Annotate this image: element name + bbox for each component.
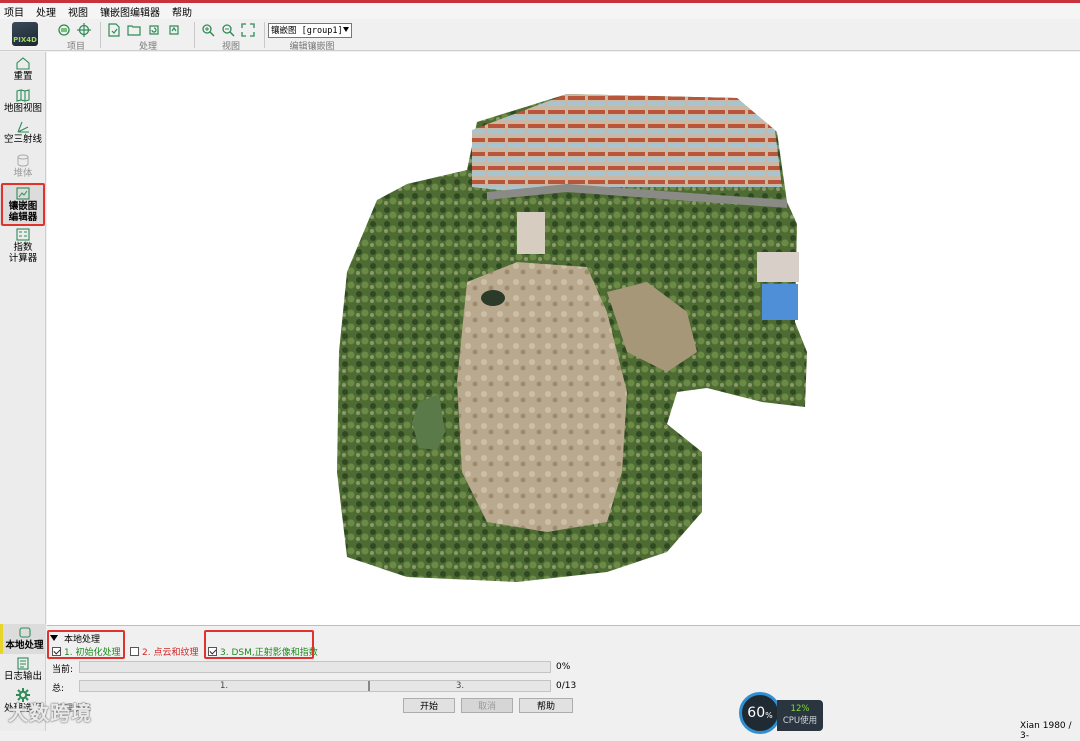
step-2-label: 2. 点云和纹理 <box>142 648 199 658</box>
cpu-usage-percent: 12% <box>790 704 810 714</box>
toolbar-group-label: 视图 <box>221 42 240 52</box>
highlight-box <box>47 630 125 659</box>
sidebar-item-label: 计算器 <box>8 253 38 264</box>
total-segment-1: 1. <box>80 681 370 691</box>
fit-view-icon[interactable] <box>240 22 256 38</box>
target-icon[interactable] <box>76 22 92 38</box>
menu-help[interactable]: 帮助 <box>172 4 192 19</box>
left-sidebar: 重置 地图视图 空三射线 堆体 镶嵌图 编辑器 指数 计算器 本地处理 日志输出… <box>0 52 46 731</box>
highlight-box <box>204 630 314 659</box>
local-processing-panel: 本地处理 1. 初始化处理 2. 点云和纹理 3. DSM,正射影像和指数 当前… <box>47 627 1080 741</box>
menu-bar: 项目 处理 视图 镶嵌图编辑器 帮助 <box>0 3 1080 19</box>
total-progress-bar: 1. 3. <box>79 680 551 692</box>
orthomosaic-image[interactable] <box>47 52 1080 626</box>
zoom-out-icon[interactable] <box>220 22 236 38</box>
mosaic-group-combo-value: 镶嵌图 [group1] <box>271 26 343 36</box>
total-segment-3: 3. <box>455 681 465 691</box>
sidebar-item-reset[interactable]: 重置 <box>0 57 46 82</box>
step-2-point-cloud[interactable]: 2. 点云和纹理 <box>130 645 198 658</box>
toolbar-group-process: 处理 <box>106 21 190 52</box>
current-progress-value: 0% <box>556 662 571 672</box>
toolbar-group-label: 处理 <box>138 42 157 52</box>
sidebar-item-volume[interactable]: 堆体 <box>0 154 46 179</box>
sidebar-item-map-view[interactable]: 地图视图 <box>0 89 46 114</box>
cancel-button[interactable]: 取消 <box>461 698 513 713</box>
chevron-down-icon <box>343 26 349 32</box>
toolbar-separator <box>100 22 101 48</box>
sidebar-item-rays[interactable]: 空三射线 <box>0 120 46 145</box>
home-icon <box>16 57 30 70</box>
toolbar-group-project: 项目 <box>56 21 96 52</box>
highlight-box <box>1 183 45 226</box>
folder-open-icon[interactable] <box>126 22 142 38</box>
current-progress-bar <box>79 661 551 673</box>
toolbar-group-label: 项目 <box>66 42 85 52</box>
toolbar-group-label: 编辑镶嵌图 <box>289 42 335 52</box>
local-processing-icon <box>18 627 31 638</box>
sidebar-item-label: 日志输出 <box>3 671 42 682</box>
total-progress-value: 0/13 <box>556 681 577 691</box>
sidebar-item-log-output[interactable]: 日志输出 <box>0 657 46 682</box>
new-file-icon[interactable] <box>106 22 122 38</box>
cpu-gauge: 60% <box>739 692 781 734</box>
total-label: 总: <box>52 684 65 694</box>
start-button[interactable]: 开始 <box>403 698 455 713</box>
help-button[interactable]: 帮助 <box>519 698 573 713</box>
sync-icon[interactable] <box>166 22 182 38</box>
toolbar-separator <box>194 22 195 48</box>
pix4d-logo: PIX4D <box>12 22 38 46</box>
watermark: 大数跨境 <box>8 701 92 725</box>
sidebar-item-label: 本地处理 <box>5 640 44 651</box>
refresh-icon[interactable] <box>146 22 162 38</box>
cpu-usage-panel: 12% CPU使用 <box>777 700 823 731</box>
menu-project[interactable]: 项目 <box>4 4 24 19</box>
sidebar-item-label: 指数 <box>13 242 33 253</box>
toolbar-group-mosaic: 镶嵌图 [group1] 编辑镶嵌图 <box>268 21 356 52</box>
crs-status: Xian 1980 / 3- <box>1020 721 1072 741</box>
current-label: 当前: <box>52 665 74 675</box>
sidebar-item-local-processing[interactable]: 本地处理 <box>0 624 46 654</box>
map-icon <box>16 89 30 102</box>
log-icon <box>17 657 29 670</box>
menu-view[interactable]: 视图 <box>68 4 88 19</box>
index-calculator-icon <box>16 228 30 241</box>
cpu-gauge-value: 60 <box>747 705 766 721</box>
volume-icon <box>17 154 29 167</box>
cpu-gauge-unit: % <box>765 711 773 720</box>
mosaic-group-combo[interactable]: 镶嵌图 [group1] <box>268 22 352 38</box>
step-2-checkbox[interactable] <box>130 647 139 656</box>
zoom-in-icon[interactable] <box>200 22 216 38</box>
toolbar: PIX4D 项目 处理 视图 镶嵌图 [group1] 编辑镶嵌图 <box>0 19 1080 52</box>
toolbar-separator <box>264 22 265 48</box>
sidebar-item-label: 空三射线 <box>3 134 42 145</box>
mosaic-viewport[interactable] <box>47 52 1080 626</box>
toolbar-group-view: 视图 <box>200 21 262 52</box>
cpu-usage-label: CPU使用 <box>782 716 818 726</box>
sidebar-item-index-calculator[interactable]: 指数 计算器 <box>0 228 46 264</box>
menu-mosaic-editor[interactable]: 镶嵌图编辑器 <box>100 4 160 19</box>
project-open-icon[interactable] <box>56 22 72 38</box>
sidebar-item-label: 重置 <box>13 71 33 82</box>
rays-icon <box>17 121 29 133</box>
menu-process[interactable]: 处理 <box>36 4 56 19</box>
sidebar-item-label: 堆体 <box>13 168 33 179</box>
sidebar-item-label: 地图视图 <box>3 103 42 114</box>
